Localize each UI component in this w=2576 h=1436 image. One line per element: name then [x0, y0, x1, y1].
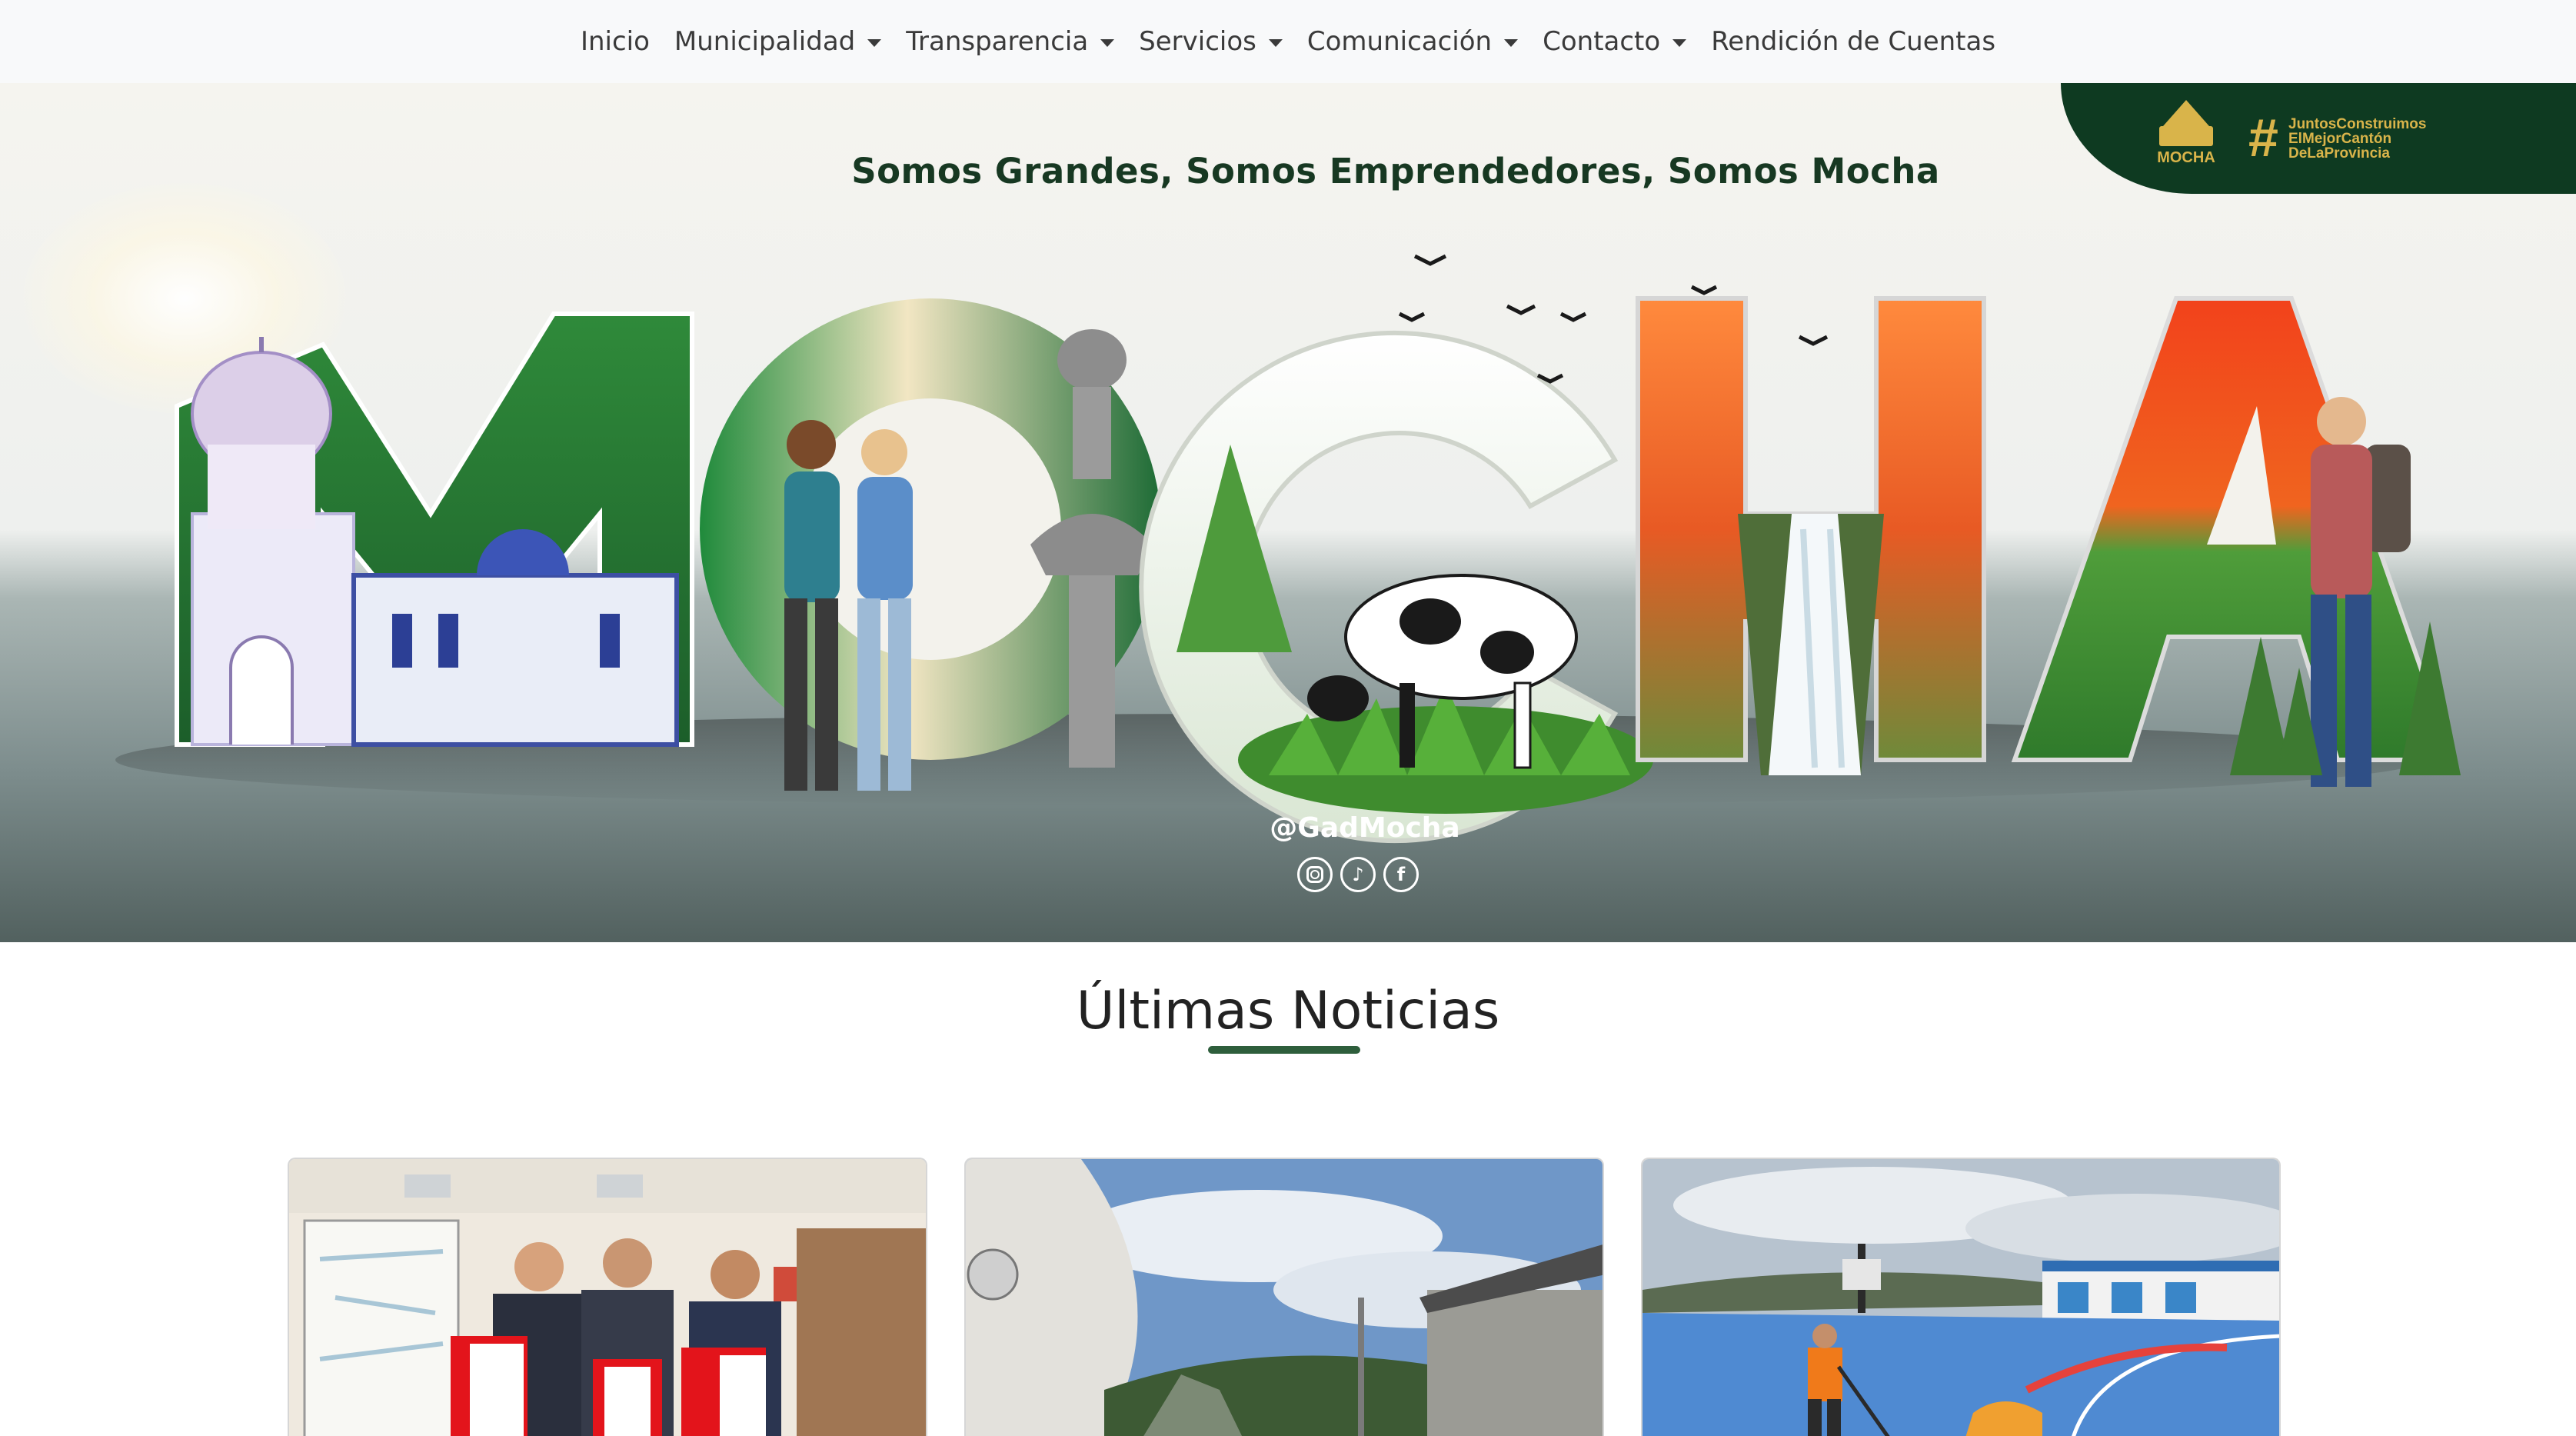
crown-icon	[2163, 100, 2209, 126]
sports-court-photo	[1642, 1159, 2279, 1436]
nav-item-label: Servicios	[1139, 26, 1256, 57]
nav-menu: Inicio Municipalidad Transparencia Servi…	[581, 26, 1995, 57]
title-underline	[1208, 1046, 1360, 1054]
nav-item-label: Contacto	[1543, 26, 1661, 57]
caret-down-icon	[867, 39, 882, 47]
nav-item-inicio[interactable]: Inicio	[581, 26, 650, 57]
news-card[interactable]	[288, 1158, 927, 1436]
caret-down-icon	[1504, 39, 1519, 47]
hero-banner: Somos Grandes, Somos Emprendedores, Somo…	[0, 83, 2576, 942]
waterfall-illustration	[1738, 514, 1884, 775]
cow-illustration	[1238, 574, 1653, 814]
tiktok-icon[interactable]: ♪	[1340, 857, 1376, 892]
social-handle: @GadMocha	[1270, 812, 1460, 844]
logo-text: MOCHA	[2157, 149, 2215, 166]
top-navbar: Inicio Municipalidad Transparencia Servi…	[0, 0, 2576, 83]
nav-item-contacto[interactable]: Contacto	[1543, 26, 1687, 57]
hashtag-symbol: #	[2248, 108, 2278, 168]
nav-item-label: Inicio	[580, 26, 650, 57]
facebook-icon[interactable]: f	[1383, 857, 1419, 892]
nav-item-municipalidad[interactable]: Municipalidad	[674, 26, 882, 57]
instagram-icon[interactable]	[1297, 857, 1333, 892]
brand-ribbon: MOCHA # JuntosConstruimos ElMejorCantón …	[2061, 83, 2576, 194]
nav-item-servicios[interactable]: Servicios	[1139, 26, 1283, 57]
logo-base	[2159, 126, 2213, 146]
nav-item-label: Comunicación	[1306, 26, 1493, 57]
nav-item-comunicacion[interactable]: Comunicación	[1306, 26, 1519, 57]
nav-item-label: Municipalidad	[674, 26, 856, 57]
nav-item-label: Rendición de Cuentas	[1711, 26, 1996, 57]
caret-down-icon	[1100, 39, 1115, 47]
caret-down-icon	[1268, 39, 1283, 47]
news-section-title: Últimas Noticias	[1076, 981, 1500, 1041]
aircraft-hangar-photo	[966, 1159, 1603, 1436]
hashtag-text: JuntosConstruimos ElMejorCantón DeLaProv…	[2288, 117, 2488, 161]
nav-item-rendicion-de-cuentas[interactable]: Rendición de Cuentas	[1711, 26, 1995, 57]
social-icons: ♪ f	[1297, 857, 1419, 892]
nav-item-transparencia[interactable]: Transparencia	[906, 26, 1115, 57]
mocha-logo[interactable]: MOCHA	[2152, 100, 2221, 177]
hashtag-line: DeLaProvincia	[2288, 145, 2390, 162]
caret-down-icon	[1672, 39, 1687, 47]
hashtag-line: JuntosConstruimos	[2288, 116, 2427, 132]
news-card[interactable]	[1641, 1158, 2281, 1436]
signing-ceremony-photo	[289, 1159, 926, 1436]
nav-item-label: Transparencia	[906, 26, 1089, 57]
news-card[interactable]	[964, 1158, 1604, 1436]
hashtag-line: ElMejorCantón	[2288, 131, 2392, 147]
